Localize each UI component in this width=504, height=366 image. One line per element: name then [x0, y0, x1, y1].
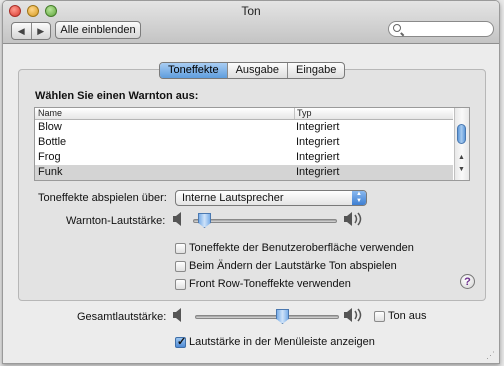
table-rows: Blow Integriert Bottle Integriert Frog I… — [35, 120, 453, 180]
tab-bar: Toneffekte Ausgabe Eingabe — [159, 62, 346, 79]
slider-track — [195, 315, 339, 319]
feedback-volume-label: Beim Ändern der Lautstärke Ton abspielen — [189, 260, 397, 272]
row-type: Integriert — [296, 166, 340, 178]
column-header-type[interactable]: Typ — [294, 108, 312, 119]
back-forward-control: ◀ ▶ — [11, 22, 51, 40]
slider-track — [193, 219, 337, 223]
show-volume-in-menubar-label: Lautstärke in der Menüleiste anzeigen — [189, 336, 375, 348]
back-arrow-icon[interactable]: ◀ — [12, 23, 31, 39]
row-type: Integriert — [296, 151, 340, 163]
output-volume-slider[interactable] — [195, 307, 339, 327]
front-row-effects-checkbox[interactable] — [175, 279, 186, 290]
tab-toneffekte[interactable]: Toneffekte — [160, 63, 227, 78]
search-input[interactable] — [405, 23, 489, 35]
tab-eingabe[interactable]: Eingabe — [287, 63, 344, 78]
tab-ausgabe[interactable]: Ausgabe — [226, 63, 287, 78]
speaker-high-icon — [344, 308, 362, 322]
play-through-label: Toneffekte abspielen über: — [38, 192, 167, 204]
alert-volume-slider[interactable] — [193, 211, 337, 231]
window-title: Ton — [241, 4, 261, 18]
row-name: Bottle — [38, 136, 67, 148]
popup-arrows-icon: ▲ ▼ — [352, 191, 366, 205]
row-type: Integriert — [296, 121, 340, 133]
row-name: Frog — [38, 151, 61, 163]
speaker-low-icon — [173, 308, 181, 322]
search-icon — [393, 24, 401, 32]
alert-sound-table[interactable]: Name Typ Blow Integriert Bottle Integrie… — [34, 107, 470, 181]
slider-knob[interactable] — [198, 213, 211, 228]
search-field[interactable] — [388, 21, 494, 37]
ui-sound-effects-checkbox[interactable] — [175, 243, 186, 254]
output-device-popup[interactable]: Interne Lautsprecher ▲ ▼ — [175, 190, 367, 206]
scrollbar-thumb[interactable] — [457, 124, 466, 144]
column-header-name[interactable]: Name — [38, 108, 62, 119]
scroll-up-arrow-icon[interactable]: ▲ — [458, 154, 465, 161]
ui-sound-effects-label: Toneffekte der Benutzeroberfläche verwen… — [189, 242, 414, 254]
table-header: Name Typ — [35, 108, 453, 120]
output-volume-label: Gesamtlautstärke: — [77, 311, 167, 323]
alert-sound-heading: Wählen Sie einen Warnton aus: — [35, 90, 199, 102]
row-type: Integriert — [296, 136, 340, 148]
table-row-selected[interactable]: Funk Integriert — [35, 165, 453, 180]
scroll-down-arrow-icon[interactable]: ▼ — [458, 166, 465, 173]
slider-knob[interactable] — [276, 309, 289, 324]
show-all-button[interactable]: Alle einblenden — [55, 21, 141, 39]
output-device-value: Interne Lautsprecher — [182, 192, 284, 204]
table-scrollbar[interactable]: ▲ ▼ — [454, 108, 469, 180]
front-row-effects-label: Front Row-Toneffekte verwenden — [189, 278, 351, 290]
mute-label: Ton aus — [388, 310, 427, 322]
show-volume-in-menubar-checkbox[interactable] — [175, 335, 186, 348]
speaker-high-icon — [344, 212, 362, 226]
mute-checkbox[interactable] — [374, 311, 385, 322]
row-name: Blow — [38, 121, 62, 133]
sound-preferences-window: Ton ◀ ▶ Alle einblenden Toneffekte Ausga… — [2, 0, 500, 364]
alert-volume-label: Warnton-Lautstärke: — [66, 215, 166, 227]
feedback-volume-checkbox[interactable] — [175, 261, 186, 272]
forward-arrow-icon[interactable]: ▶ — [30, 23, 51, 39]
table-row[interactable]: Frog Integriert — [35, 150, 453, 165]
title-bar: Ton ◀ ▶ Alle einblenden — [3, 1, 499, 44]
resize-grip-icon[interactable]: ⋰ — [486, 350, 496, 360]
row-name: Funk — [38, 166, 63, 178]
table-row[interactable]: Blow Integriert — [35, 120, 453, 135]
table-row[interactable]: Bottle Integriert — [35, 135, 453, 150]
speaker-low-icon — [173, 212, 181, 226]
help-button[interactable]: ? — [460, 274, 475, 289]
